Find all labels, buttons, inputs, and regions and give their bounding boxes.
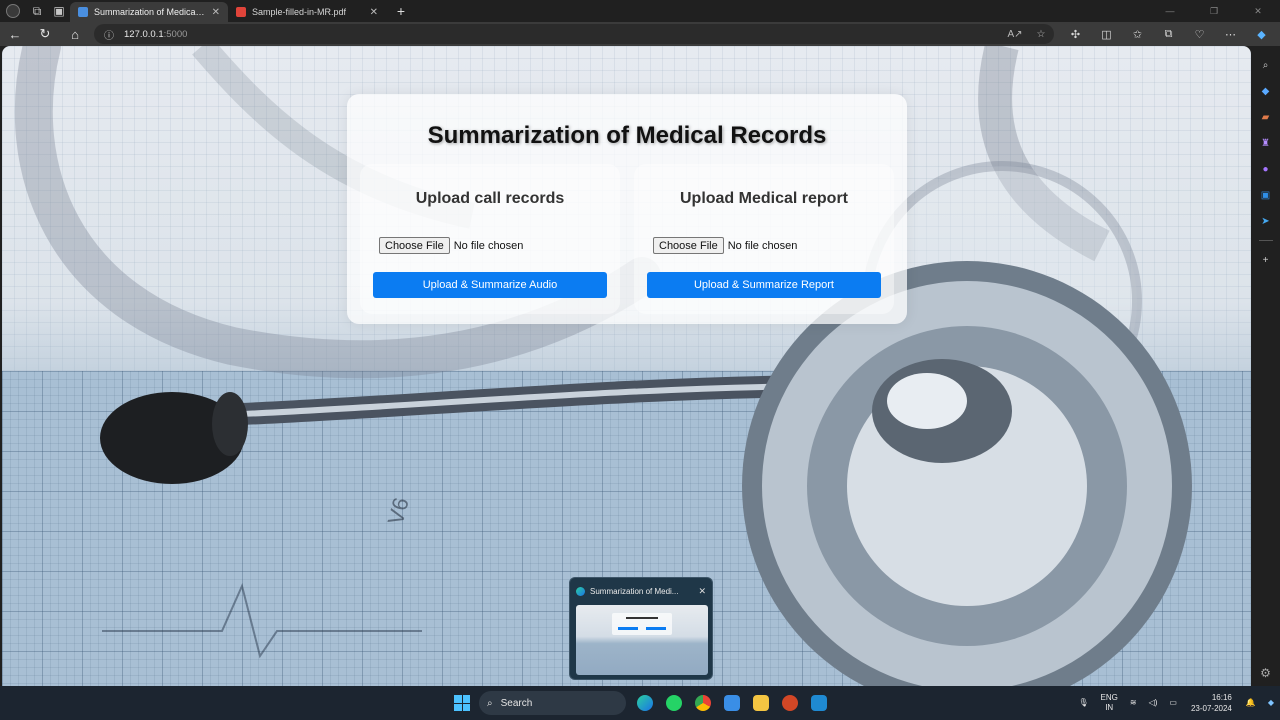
call-file-input: Choose File No file chosen (379, 237, 523, 254)
wifi-icon[interactable]: ≋ (1124, 698, 1143, 708)
tab-title: Sample-filled-in-MR.pdf (252, 7, 347, 17)
notifications-icon[interactable]: 🔔 (1240, 698, 1262, 708)
close-tab-icon[interactable]: ✕ (370, 7, 378, 18)
windows-taskbar: ⌕ Search 🎙 ENG IN ≋ ◁) ▭ 16:16 23-07-2024 … (0, 686, 1280, 720)
new-tab-button[interactable]: + (390, 0, 412, 22)
call-records-panel: Upload call records Choose File No file … (360, 164, 620, 314)
toolbar-actions: ✣ ◫ ✩ ⧉ ♡ ⋯ ◆ (1060, 22, 1277, 46)
split-screen-icon[interactable]: ◫ (1091, 22, 1122, 46)
volume-icon[interactable]: ◁) (1143, 698, 1164, 708)
clock-date: 23-07-2024 (1190, 704, 1232, 713)
add-sidebar-app-icon[interactable]: + (1257, 251, 1275, 269)
clock-time: 16:16 (1211, 693, 1232, 702)
medical-report-heading: Upload Medical report (679, 190, 849, 207)
back-icon[interactable]: ← (0, 22, 30, 46)
close-preview-icon[interactable]: ✕ (698, 586, 706, 597)
more-options-icon[interactable]: ⋯ (1215, 22, 1246, 46)
whatsapp-app-icon[interactable] (659, 691, 688, 715)
start-icon[interactable] (454, 695, 470, 711)
browser-essentials-icon[interactable]: ♡ (1184, 22, 1215, 46)
workspaces-icon[interactable]: ⧉ (26, 0, 48, 22)
summarization-app-card: Summarization of Medical Records Upload … (347, 94, 907, 324)
page-favicon-icon (78, 7, 88, 17)
address-bar[interactable]: ⓘ 127.0.0.1:5000 A↗ ☆ (94, 24, 1054, 44)
search-label: Search (500, 697, 533, 709)
reload-icon[interactable]: ↻ (30, 22, 60, 46)
tab-title: Summarization of Medical Records (94, 7, 206, 17)
report-file-status: No file chosen (727, 239, 798, 252)
battery-icon[interactable]: ▭ (1163, 698, 1183, 708)
page-title: Summarization of Medical Records (427, 122, 827, 149)
close-tab-icon[interactable]: ✕ (212, 7, 220, 18)
report-choose-file-button[interactable]: Choose File (653, 237, 724, 254)
search-icon[interactable]: ⌕ (1257, 56, 1275, 74)
sidebar-divider (1258, 240, 1273, 241)
preview-thumbnail[interactable] (576, 605, 708, 675)
clock[interactable]: 16:16 23-07-2024 (1183, 692, 1240, 714)
preview-title: Summarization of Medi... (590, 586, 679, 596)
file-explorer-icon[interactable] (746, 691, 775, 715)
games-icon[interactable]: ♜ (1257, 134, 1275, 152)
svg-text:V6: V6 (383, 495, 414, 527)
outlook-icon[interactable]: ▣ (1257, 186, 1275, 204)
home-icon[interactable]: ⌂ (60, 22, 90, 46)
edge-sidebar: ⌕ ◆ ▰ ♜ ● ▣ ➤ + ⚙ (1251, 46, 1280, 686)
tools-icon[interactable]: ▰ (1257, 108, 1275, 126)
read-aloud-icon[interactable]: A↗ (1002, 29, 1028, 40)
profile-avatar[interactable] (6, 4, 20, 18)
browser-tab-strip: ⧉ ▣ Summarization of Medical Records ✕ S… (0, 0, 1280, 22)
favorite-star-icon[interactable]: ☆ (1028, 29, 1054, 40)
microphone-icon[interactable]: 🎙 (1072, 698, 1094, 708)
window-controls: — ❐ ✕ (1148, 0, 1280, 22)
tab-summarization[interactable]: Summarization of Medical Records ✕ (70, 2, 228, 22)
maximize-icon[interactable]: ❐ (1192, 0, 1236, 22)
send-icon[interactable]: ➤ (1257, 212, 1275, 230)
collections-icon[interactable]: ⧉ (1153, 22, 1184, 46)
edge-icon (576, 586, 585, 596)
copilot-taskbar-icon[interactable]: ◆ (1262, 698, 1280, 708)
taskbar-window-preview[interactable]: Summarization of Medi... ✕ (569, 577, 713, 680)
url-port: :5000 (163, 28, 188, 40)
url-host: 127.0.0.1 (124, 28, 164, 40)
close-window-icon[interactable]: ✕ (1236, 0, 1280, 22)
preview-header: Summarization of Medi... ✕ (576, 584, 706, 598)
taskbar-search[interactable]: ⌕ Search (479, 691, 626, 715)
call-records-heading: Upload call records (415, 190, 565, 207)
tab-actions-icon[interactable]: ▣ (48, 0, 70, 22)
edge-app-icon[interactable] (630, 691, 659, 715)
language-code: ENG (1100, 693, 1118, 702)
powerpoint-app-icon[interactable] (775, 691, 804, 715)
chrome-app-icon[interactable] (688, 691, 717, 715)
preview-card-thumbnail (612, 613, 672, 635)
report-file-input: Choose File No file chosen (653, 237, 797, 254)
address-actions: A↗ ☆ (1002, 29, 1054, 40)
upload-summarize-report-button[interactable]: Upload & Summarize Report (647, 272, 881, 298)
shopping-icon[interactable]: ◆ (1257, 82, 1275, 100)
region-code: IN (1105, 703, 1114, 712)
pinned-apps (630, 691, 833, 715)
language-indicator[interactable]: ENG IN (1095, 693, 1124, 713)
sidebar-settings-icon[interactable]: ⚙ (1260, 666, 1271, 680)
copilot-icon[interactable]: ◆ (1246, 22, 1277, 46)
minimize-icon[interactable]: — (1148, 0, 1192, 22)
search-icon: ⌕ (487, 697, 493, 709)
browser-toolbar: ← ↻ ⌂ ⓘ 127.0.0.1:5000 A↗ ☆ ✣ ◫ ✩ ⧉ ♡ ⋯ … (0, 22, 1280, 46)
site-info-icon[interactable]: ⓘ (104, 27, 114, 42)
widgets-app-icon[interactable] (717, 691, 746, 715)
tab-pdf[interactable]: Sample-filled-in-MR.pdf ✕ (228, 2, 386, 22)
upload-summarize-audio-button[interactable]: Upload & Summarize Audio (373, 272, 607, 298)
extensions-icon[interactable]: ✣ (1060, 22, 1091, 46)
pdf-favicon-icon (236, 7, 246, 17)
url-text: 127.0.0.1:5000 (124, 29, 187, 40)
system-tray: 🎙 ENG IN ≋ ◁) ▭ 16:16 23-07-2024 🔔 ◆ (1072, 686, 1280, 720)
medical-report-panel: Upload Medical report Choose File No fil… (634, 164, 894, 314)
vscode-app-icon[interactable] (804, 691, 833, 715)
favorites-icon[interactable]: ✩ (1122, 22, 1153, 46)
call-file-status: No file chosen (453, 239, 524, 252)
call-choose-file-button[interactable]: Choose File (379, 237, 450, 254)
copilot-sidebar-icon[interactable]: ● (1257, 160, 1275, 178)
